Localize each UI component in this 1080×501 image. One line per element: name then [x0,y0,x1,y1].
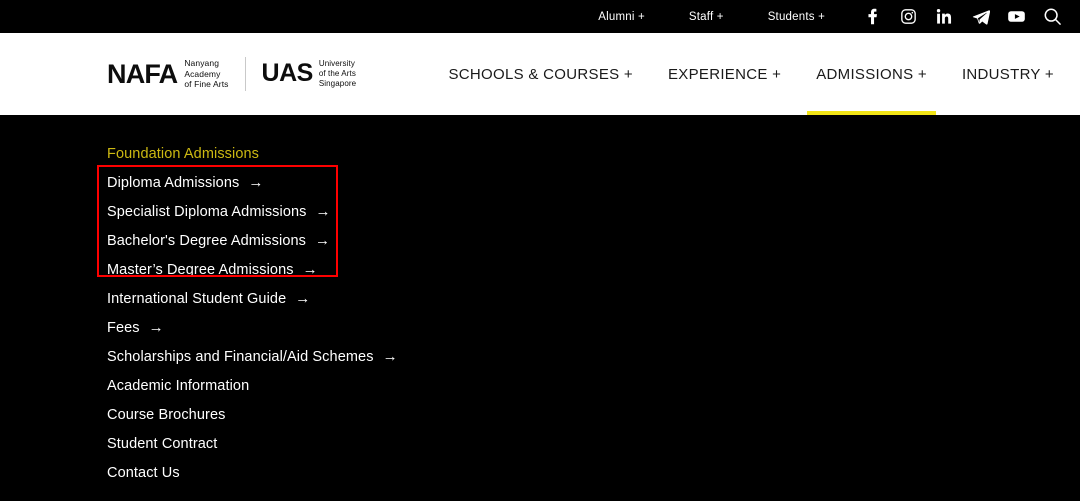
social-links [863,7,1062,26]
menu-item-academic-information[interactable]: Academic Information [107,371,258,400]
arrow-right-icon: → [148,319,164,336]
menu-item-scholarships-financial-aid-schemes[interactable]: Scholarships and Financial/Aid Schemes → [107,342,398,371]
site-logo[interactable]: NAFA Nanyang Academy of Fine Arts UAS Un… [107,57,356,91]
menu-item-label: Foundation Admissions [107,145,260,162]
admissions-menu-list: Foundation Admissions Diploma Admissions… [107,139,1080,487]
menu-item-fees[interactable]: Fees → [107,313,164,342]
menu-item-specialist-diploma-admissions[interactable]: Specialist Diploma Admissions → [107,197,331,226]
menu-item-course-brochures[interactable]: Course Brochures [107,400,234,429]
uas-logo: UAS University of the Arts Singapore [262,59,357,90]
menu-item-label: Fees [107,319,140,336]
uas-tagline-line2: of the Arts [318,68,356,78]
menu-item-international-student-guide[interactable]: International Student Guide → [107,284,310,313]
uas-tagline-line3: Singapore [318,79,357,89]
nafa-tagline-line1: Nanyang [184,57,220,68]
menu-item-label: Student Contract [107,435,218,452]
menu-item-diploma-admissions[interactable]: Diploma Admissions → [107,168,263,197]
arrow-right-icon: → [315,203,331,220]
arrow-right-icon: → [382,348,398,365]
search-icon[interactable] [1043,7,1062,26]
main-navigation: SCHOOLS & COURSES + EXPERIENCE + ADMISSI… [448,33,1054,115]
nafa-tagline: Nanyang Academy of Fine Arts [184,58,228,91]
nafa-wordmark: NAFA [107,58,178,89]
telegram-icon[interactable] [971,7,990,26]
nav-item-schools-courses[interactable]: SCHOOLS & COURSES + [448,33,633,115]
arrow-right-icon: → [315,232,331,249]
menu-item-masters-degree-admissions[interactable]: Master’s Degree Admissions → [107,255,318,284]
menu-item-label: Academic Information [107,377,250,394]
site-header: NAFA Nanyang Academy of Fine Arts UAS Un… [0,33,1080,115]
menu-item-label: Diploma Admissions [107,174,240,191]
admissions-dropdown-panel: Foundation Admissions Diploma Admissions… [0,115,1080,501]
nafa-tagline-line2: Academy [184,68,221,79]
menu-item-label: Bachelor's Degree Admissions [107,232,306,249]
menu-item-label: Specialist Diploma Admissions [107,203,307,220]
linkedin-icon[interactable] [935,7,954,26]
nav-item-industry[interactable]: INDUSTRY + [962,33,1054,115]
nafa-tagline-line3: of Fine Arts [184,79,229,90]
menu-item-label: International Student Guide [107,290,287,307]
top-utility-bar: Alumni + Staff + Students + [0,0,1080,33]
menu-item-label: Scholarships and Financial/Aid Schemes [107,348,374,365]
topbar-link-alumni[interactable]: Alumni + [598,11,645,23]
nav-item-admissions[interactable]: ADMISSIONS + [807,33,936,115]
menu-item-label: Master’s Degree Admissions [107,261,294,278]
logo-divider [244,57,246,91]
arrow-right-icon: → [295,290,311,307]
topbar-link-staff[interactable]: Staff + [689,11,724,23]
menu-item-bachelors-degree-admissions[interactable]: Bachelor's Degree Admissions → [107,226,330,255]
arrow-right-icon: → [248,174,264,191]
top-utility-links: Alumni + Staff + Students + [598,11,825,23]
facebook-icon[interactable] [863,7,882,26]
uas-tagline-line1: University [318,58,355,68]
youtube-icon[interactable] [1007,7,1026,26]
instagram-icon[interactable] [899,7,918,26]
menu-item-label: Course Brochures [107,406,226,423]
arrow-right-icon: → [302,261,318,278]
menu-item-contact-us[interactable]: Contact Us [107,458,189,487]
nav-item-experience[interactable]: EXPERIENCE + [668,33,781,115]
topbar-link-students[interactable]: Students + [768,11,825,23]
menu-item-label: Contact Us [107,464,180,481]
menu-item-foundation-admissions[interactable]: Foundation Admissions [107,139,268,168]
uas-tagline: University of the Arts Singapore [319,59,356,90]
nafa-logo: NAFA Nanyang Academy of Fine Arts [107,58,229,91]
menu-item-student-contract[interactable]: Student Contract [107,429,226,458]
uas-wordmark: UAS [261,59,314,88]
